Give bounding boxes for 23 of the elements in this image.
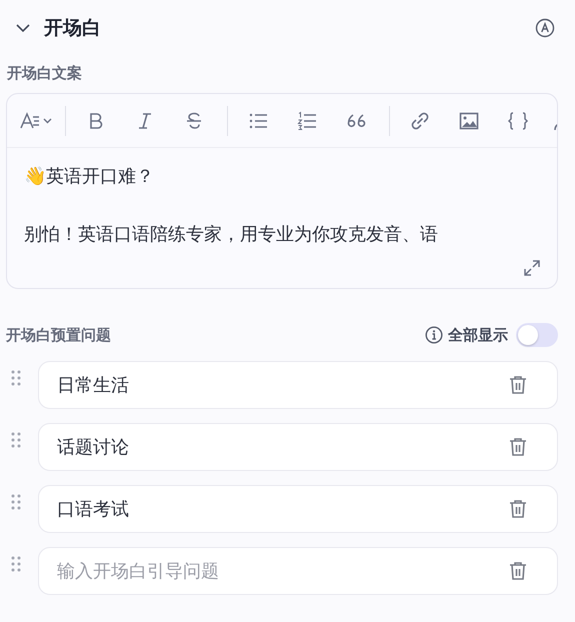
info-icon[interactable]	[425, 326, 443, 344]
field-label: 开场白预置问题	[6, 326, 112, 344]
show-all-toggle[interactable]	[516, 323, 558, 347]
drag-handle-icon[interactable]	[11, 494, 21, 510]
auto-icon[interactable]	[535, 18, 555, 38]
question-field[interactable]: 输入开场白引导问题	[38, 547, 558, 595]
drag-handle-icon[interactable]	[11, 432, 21, 448]
field-label: 开场白文案	[7, 64, 83, 83]
question-field[interactable]: 话题讨论	[38, 423, 558, 471]
editor-paragraph: 👋英语开口难？	[24, 165, 155, 189]
delete-icon[interactable]	[509, 499, 527, 519]
editor-paragraph: 别怕！英语口语陪练专家，用专业为你攻克发音、语	[24, 223, 439, 247]
drag-handle-icon[interactable]	[11, 556, 21, 572]
expand-icon[interactable]	[523, 259, 541, 277]
drag-handle-icon[interactable]	[11, 370, 21, 386]
question-field[interactable]: 日常生活	[38, 361, 558, 409]
delete-icon[interactable]	[509, 375, 527, 395]
question-field[interactable]: 口语考试	[38, 485, 558, 533]
rich-text-editor[interactable]: 👋英语开口难？ 别怕！英语口语陪练专家，用专业为你攻克发音、语	[6, 93, 558, 289]
section-title: 开场白	[44, 16, 102, 41]
show-all-label: 全部显示	[448, 326, 508, 344]
delete-icon[interactable]	[509, 437, 527, 457]
delete-icon[interactable]	[509, 561, 527, 581]
